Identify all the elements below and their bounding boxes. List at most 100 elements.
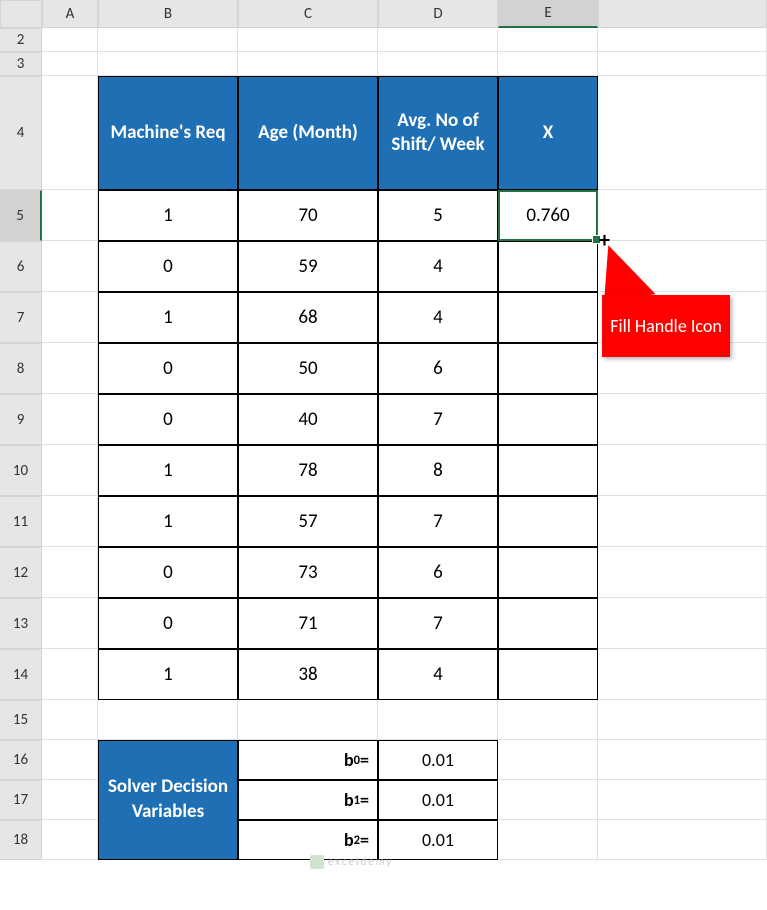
cell-E5-selected[interactable]: 0.760 + xyxy=(498,190,598,241)
cell-E14[interactable] xyxy=(498,649,598,700)
cell-A3[interactable] xyxy=(42,52,98,76)
cell-D7[interactable]: 4 xyxy=(378,292,498,343)
cell-A15[interactable] xyxy=(42,700,98,740)
row-header-5[interactable]: 5 xyxy=(0,190,42,241)
col-header-blank[interactable] xyxy=(598,0,767,28)
row-header-4[interactable]: 4 xyxy=(0,76,42,190)
cell-E12[interactable] xyxy=(498,547,598,598)
cell-E17[interactable] xyxy=(498,780,598,820)
row-header-8[interactable]: 8 xyxy=(0,343,42,394)
cell-E16[interactable] xyxy=(498,740,598,780)
th-shift[interactable]: Avg. No of Shift/ Week xyxy=(378,76,498,190)
th-machines-req[interactable]: Machine's Req xyxy=(98,76,238,190)
cell-A5[interactable] xyxy=(42,190,98,241)
cell-E7[interactable] xyxy=(498,292,598,343)
th-x[interactable]: X xyxy=(498,76,598,190)
cell-E10[interactable] xyxy=(498,445,598,496)
cell-C13[interactable]: 71 xyxy=(238,598,378,649)
cell-D15[interactable] xyxy=(378,700,498,740)
solver-title[interactable]: Solver Decision Variables xyxy=(98,740,238,860)
col-header-C[interactable]: C xyxy=(238,0,378,28)
cell-A13[interactable] xyxy=(42,598,98,649)
cell-F5[interactable] xyxy=(598,190,767,241)
th-age[interactable]: Age (Month) xyxy=(238,76,378,190)
cell-A14[interactable] xyxy=(42,649,98,700)
cell-E11[interactable] xyxy=(498,496,598,547)
row-header-7[interactable]: 7 xyxy=(0,292,42,343)
solver-b1-label[interactable]: b1 = xyxy=(238,780,378,820)
cell-E2[interactable] xyxy=(498,28,598,52)
row-header-2[interactable]: 2 xyxy=(0,28,42,52)
cell-B12[interactable]: 0 xyxy=(98,547,238,598)
row-header-15[interactable]: 15 xyxy=(0,700,42,740)
cell-A6[interactable] xyxy=(42,241,98,292)
cell-F14[interactable] xyxy=(598,649,767,700)
solver-b2-label[interactable]: b2 = xyxy=(238,820,378,860)
cell-B11[interactable]: 1 xyxy=(98,496,238,547)
cell-B6[interactable]: 0 xyxy=(98,241,238,292)
cell-C10[interactable]: 78 xyxy=(238,445,378,496)
cell-A10[interactable] xyxy=(42,445,98,496)
cell-B14[interactable]: 1 xyxy=(98,649,238,700)
cell-D12[interactable]: 6 xyxy=(378,547,498,598)
cell-C8[interactable]: 50 xyxy=(238,343,378,394)
cell-E3[interactable] xyxy=(498,52,598,76)
cell-A7[interactable] xyxy=(42,292,98,343)
row-header-10[interactable]: 10 xyxy=(0,445,42,496)
solver-b2-value[interactable]: 0.01 xyxy=(378,820,498,860)
cell-C11[interactable]: 57 xyxy=(238,496,378,547)
cell-E8[interactable] xyxy=(498,343,598,394)
cell-D6[interactable]: 4 xyxy=(378,241,498,292)
cell-F15[interactable] xyxy=(598,700,767,740)
cell-B9[interactable]: 0 xyxy=(98,394,238,445)
row-header-9[interactable]: 9 xyxy=(0,394,42,445)
row-header-11[interactable]: 11 xyxy=(0,496,42,547)
cell-F9[interactable] xyxy=(598,394,767,445)
cell-E13[interactable] xyxy=(498,598,598,649)
cell-E9[interactable] xyxy=(498,394,598,445)
cell-D10[interactable]: 8 xyxy=(378,445,498,496)
cell-B8[interactable]: 0 xyxy=(98,343,238,394)
cell-C6[interactable]: 59 xyxy=(238,241,378,292)
cell-F11[interactable] xyxy=(598,496,767,547)
cell-C3[interactable] xyxy=(238,52,378,76)
cell-D5[interactable]: 5 xyxy=(378,190,498,241)
cell-B15[interactable] xyxy=(98,700,238,740)
cell-C12[interactable]: 73 xyxy=(238,547,378,598)
cell-B5[interactable]: 1 xyxy=(98,190,238,241)
cell-A16[interactable] xyxy=(42,740,98,780)
cell-C2[interactable] xyxy=(238,28,378,52)
cell-E15[interactable] xyxy=(498,700,598,740)
cell-F17[interactable] xyxy=(598,780,767,820)
cell-A12[interactable] xyxy=(42,547,98,598)
cell-C15[interactable] xyxy=(238,700,378,740)
cell-D14[interactable]: 4 xyxy=(378,649,498,700)
cell-A4[interactable] xyxy=(42,76,98,190)
cell-E6[interactable] xyxy=(498,241,598,292)
cell-F12[interactable] xyxy=(598,547,767,598)
col-header-B[interactable]: B xyxy=(98,0,238,28)
cell-C7[interactable]: 68 xyxy=(238,292,378,343)
cell-A11[interactable] xyxy=(42,496,98,547)
cell-C5[interactable]: 70 xyxy=(238,190,378,241)
fill-handle[interactable] xyxy=(592,235,601,244)
cell-F2[interactable] xyxy=(598,28,767,52)
row-header-18[interactable]: 18 xyxy=(0,820,42,860)
cell-B7[interactable]: 1 xyxy=(98,292,238,343)
cell-C9[interactable]: 40 xyxy=(238,394,378,445)
cell-D13[interactable]: 7 xyxy=(378,598,498,649)
cell-C14[interactable]: 38 xyxy=(238,649,378,700)
cell-A18[interactable] xyxy=(42,820,98,860)
cell-F3[interactable] xyxy=(598,52,767,76)
solver-b1-value[interactable]: 0.01 xyxy=(378,780,498,820)
cell-E18[interactable] xyxy=(498,820,598,860)
row-header-12[interactable]: 12 xyxy=(0,547,42,598)
cell-F13[interactable] xyxy=(598,598,767,649)
col-header-A[interactable]: A xyxy=(42,0,98,28)
cell-B3[interactable] xyxy=(98,52,238,76)
cell-F4[interactable] xyxy=(598,76,767,190)
cell-D3[interactable] xyxy=(378,52,498,76)
cell-D11[interactable]: 7 xyxy=(378,496,498,547)
row-header-17[interactable]: 17 xyxy=(0,780,42,820)
cell-A17[interactable] xyxy=(42,780,98,820)
